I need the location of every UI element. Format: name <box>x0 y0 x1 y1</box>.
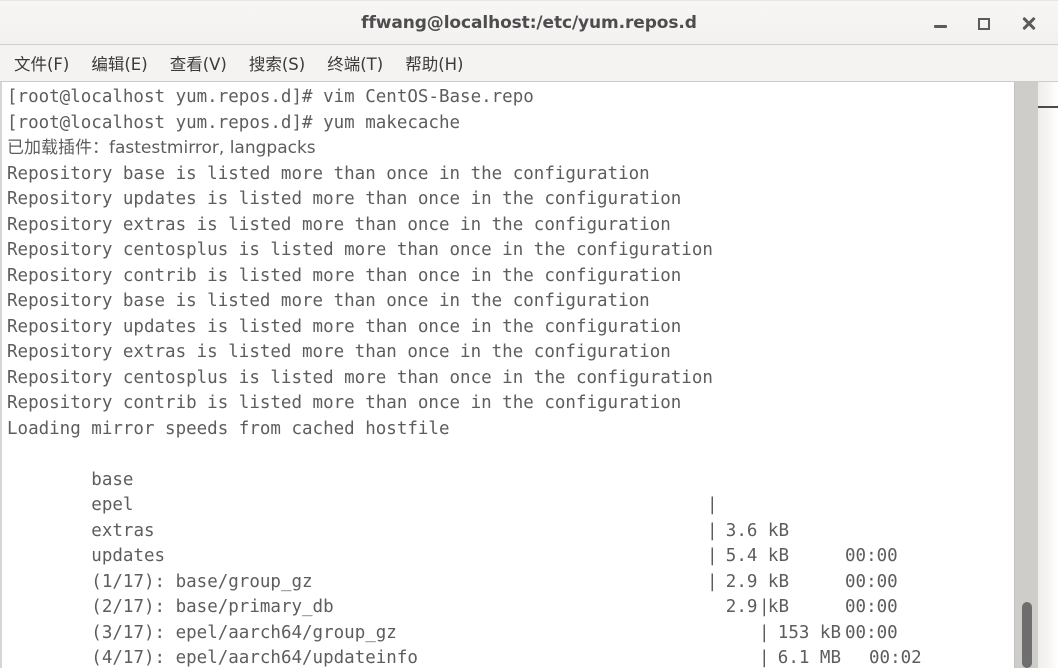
terminal-line: Repository contrib is listed more than o… <box>7 265 682 286</box>
close-button[interactable] <box>1006 2 1050 46</box>
terminal-line: [root@localhost yum.repos.d]# vim CentOS… <box>7 87 534 107</box>
terminal-line: Repository updates is listed more than o… <box>7 316 682 337</box>
scrollbar-thumb[interactable] <box>1022 602 1032 668</box>
terminal-scrollbar[interactable] <box>1014 82 1038 668</box>
minimize-button[interactable] <box>918 2 962 46</box>
repo-row: extras | 2.9 kB 00:00 <box>7 493 1014 618</box>
terminal-output[interactable]: [root@localhost yum.repos.d]# vim CentOS… <box>2 82 1014 668</box>
download-row: (4/17): epel/aarch64/updateinfo | 1.0 MB… <box>7 621 1014 668</box>
repo-row: base | 3.6 kB 00:00 <box>7 442 1014 567</box>
terminal-window: ffwang@localhost:/etc/yum.repos.d 文件(F) … <box>0 0 1058 668</box>
maximize-button[interactable] <box>962 2 1006 46</box>
menu-item-edit[interactable]: 编辑(E) <box>91 51 147 75</box>
terminal-line: Repository centosplus is listed more tha… <box>7 367 713 388</box>
terminal-line: Repository contrib is listed more than o… <box>7 393 682 413</box>
menu-item-file[interactable]: 文件(F) <box>14 51 69 75</box>
menu-bar: 文件(F) 编辑(E) 查看(V) 搜索(S) 终端(T) 帮助(H) <box>0 45 1058 82</box>
minimize-icon <box>933 25 947 28</box>
terminal-line: 已加载插件：fastestmirror, langpacks <box>7 138 316 158</box>
title-bar[interactable]: ffwang@localhost:/etc/yum.repos.d <box>0 0 1058 45</box>
terminal-line: Repository centosplus is listed more tha… <box>7 240 713 260</box>
terminal-line: Repository updates is listed more than o… <box>7 189 682 209</box>
window-right-edge <box>1038 82 1058 668</box>
menu-item-search[interactable]: 搜索(S) <box>249 51 305 75</box>
menu-item-help[interactable]: 帮助(H) <box>405 51 463 75</box>
resize-grip <box>1038 106 1058 108</box>
maximize-icon <box>978 17 990 30</box>
close-icon <box>1021 16 1036 31</box>
window-controls <box>918 1 1050 46</box>
menu-item-terminal[interactable]: 终端(T) <box>327 51 383 75</box>
download-row: (3/17): epel/aarch64/group_gz | 88 kB 00… <box>7 595 1014 668</box>
terminal-area: [root@localhost yum.repos.d]# vim CentOS… <box>0 82 1058 668</box>
menu-item-view[interactable]: 查看(V) <box>170 51 227 75</box>
terminal-line: Loading mirror speeds from cached hostfi… <box>7 418 450 439</box>
repo-row: updates | 2.9 kB 00:00 <box>7 519 1014 643</box>
download-row: (1/17): base/group_gz | 153 kB 00:02 <box>7 544 1014 668</box>
window-title: ffwang@localhost:/etc/yum.repos.d <box>361 12 697 33</box>
terminal-line: Repository base is listed more than once… <box>7 163 650 184</box>
download-row: (5/17): epel/aarch64/prestodelta | 3.5 k… <box>7 646 1014 668</box>
terminal-line: Repository extras is listed more than on… <box>7 214 671 235</box>
repo-row: epel | 5.4 kB 00:00 <box>7 468 1014 592</box>
terminal-line: [root@localhost yum.repos.d]# yum makeca… <box>7 112 461 133</box>
terminal-line: Repository extras is listed more than on… <box>7 342 671 362</box>
terminal-line: Repository base is listed more than once… <box>7 291 650 311</box>
download-row: (2/17): base/primary_db | 6.1 MB 00:53 <box>7 570 1014 668</box>
